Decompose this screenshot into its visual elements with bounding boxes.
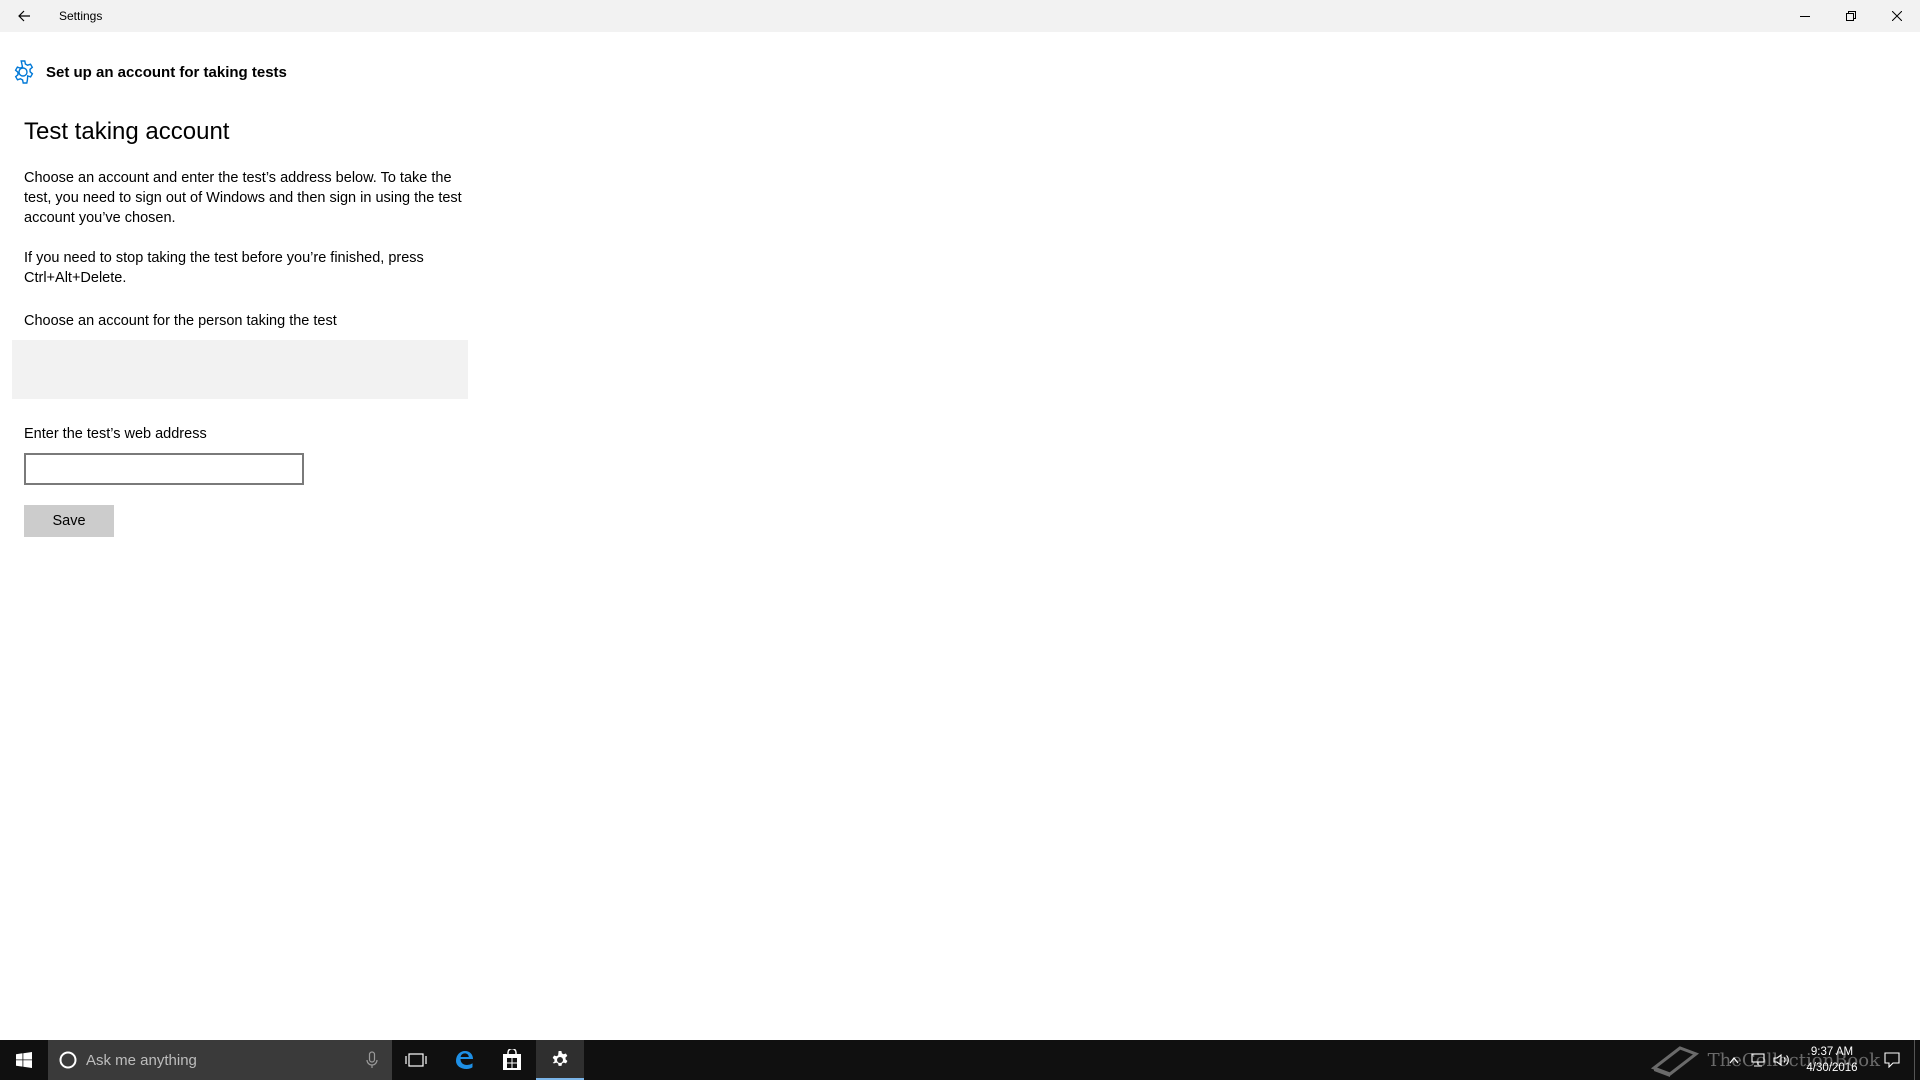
task-view-icon: [405, 1053, 427, 1067]
close-icon: [1892, 11, 1902, 21]
taskbar-clock[interactable]: 9:37 AM 4/30/2016: [1794, 1044, 1870, 1076]
store-icon: [503, 1049, 521, 1070]
cortana-icon: [59, 1051, 77, 1069]
clock-date: 4/30/2016: [1806, 1062, 1858, 1074]
web-address-input[interactable]: [24, 453, 304, 485]
chevron-up-icon: [1729, 1057, 1739, 1064]
show-hidden-icons-button[interactable]: [1722, 1040, 1746, 1080]
back-arrow-icon: [18, 10, 30, 22]
minimize-icon: [1800, 16, 1810, 17]
volume-icon: [1773, 1053, 1789, 1067]
edge-button[interactable]: [440, 1040, 488, 1080]
restore-button[interactable]: [1828, 0, 1874, 32]
notification-icon: [1884, 1052, 1900, 1068]
page-header-title: Set up an account for taking tests: [46, 63, 287, 81]
network-button[interactable]: [1746, 1040, 1770, 1080]
task-view-button[interactable]: [392, 1040, 440, 1080]
settings-icon: [552, 1051, 568, 1066]
account-label: Choose an account for the person taking …: [24, 313, 337, 329]
system-tray: 9:37 AM 4/30/2016: [1722, 1040, 1920, 1080]
edge-icon: [456, 1051, 473, 1069]
volume-button[interactable]: [1770, 1040, 1794, 1080]
instructions-paragraph: Choose an account and enter the test’s a…: [24, 170, 462, 226]
show-desktop-button[interactable]: [1914, 1040, 1920, 1080]
clock-time: 9:37 AM: [1810, 1046, 1854, 1058]
web-address-label: Enter the test’s web address: [24, 426, 207, 442]
windows-logo-icon: [16, 1052, 32, 1068]
settings-taskbar-button[interactable]: [536, 1040, 584, 1080]
page-header: Set up an account for taking tests: [10, 59, 287, 85]
start-button[interactable]: [0, 1040, 48, 1080]
gear-icon: [14, 60, 34, 84]
microphone-icon[interactable]: [362, 1050, 382, 1070]
close-button[interactable]: [1874, 0, 1920, 32]
account-picker[interactable]: [12, 340, 468, 399]
taskbar: Ask me anything TheCollectionBook 9:37 A…: [0, 1040, 1920, 1080]
restore-icon: [1846, 11, 1856, 21]
section-title: Test taking account: [24, 118, 230, 145]
back-button[interactable]: [0, 0, 48, 32]
search-placeholder: Ask me anything: [86, 1051, 197, 1069]
search-box[interactable]: Ask me anything: [48, 1040, 392, 1080]
stop-test-paragraph: If you need to stop taking the test befo…: [24, 250, 424, 286]
save-button[interactable]: Save: [24, 505, 114, 537]
action-center-button[interactable]: [1870, 1040, 1914, 1080]
title-bar: Settings: [0, 0, 1920, 32]
window-title: Settings: [59, 9, 103, 23]
minimize-button[interactable]: [1782, 0, 1828, 32]
network-icon: [1751, 1053, 1765, 1067]
window-controls: [1782, 0, 1920, 32]
store-button[interactable]: [488, 1040, 536, 1080]
book-watermark-icon: [1650, 1046, 1699, 1077]
